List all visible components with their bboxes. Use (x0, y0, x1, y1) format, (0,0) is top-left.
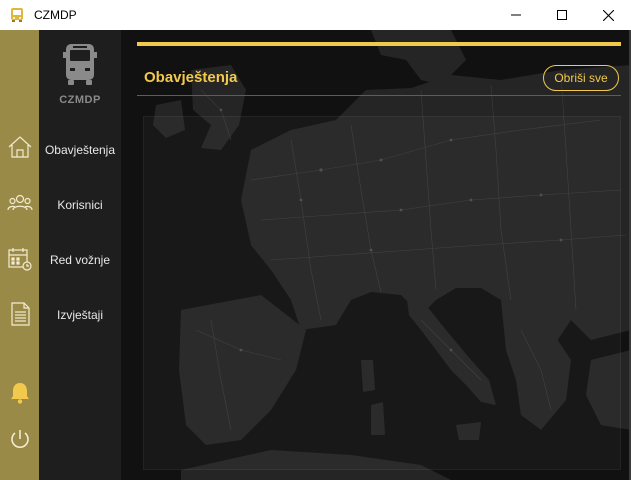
bell-icon[interactable] (7, 380, 33, 406)
document-icon[interactable] (7, 301, 33, 327)
clear-all-button[interactable]: Obriši sve (543, 65, 619, 91)
nav-item-obavjestenja[interactable]: Obavještenja (39, 143, 121, 157)
page-title: Obavještenja (144, 69, 238, 86)
close-button[interactable] (585, 0, 631, 30)
window-title: CZMDP (34, 8, 77, 22)
title-bar: CZMDP (0, 0, 631, 31)
app-bus-icon (8, 6, 26, 24)
nav-panel: CZMDP Obavještenja Korisnici Red vožnje … (39, 30, 121, 480)
maximize-icon (557, 10, 567, 20)
calendar-icon[interactable] (7, 246, 33, 272)
logo-text: CZMDP (59, 94, 101, 106)
notifications-list (143, 116, 621, 470)
close-icon (602, 9, 614, 21)
nav-item-izvjestaji[interactable]: Izvještaji (39, 308, 121, 322)
minimize-button[interactable] (493, 0, 539, 30)
header-divider (137, 95, 621, 96)
main-content: Obavještenja Obriši sve (121, 30, 631, 480)
logo: CZMDP (39, 42, 121, 106)
header-accent-bar (137, 42, 621, 46)
home-icon[interactable] (7, 134, 33, 160)
icon-rail (0, 30, 39, 480)
users-icon[interactable] (7, 190, 33, 216)
nav-item-red-voznje[interactable]: Red vožnje (39, 253, 121, 267)
nav-item-korisnici[interactable]: Korisnici (39, 198, 121, 212)
maximize-button[interactable] (539, 0, 585, 30)
minimize-icon (511, 14, 521, 16)
bus-icon (63, 44, 97, 85)
power-icon[interactable] (7, 426, 33, 452)
